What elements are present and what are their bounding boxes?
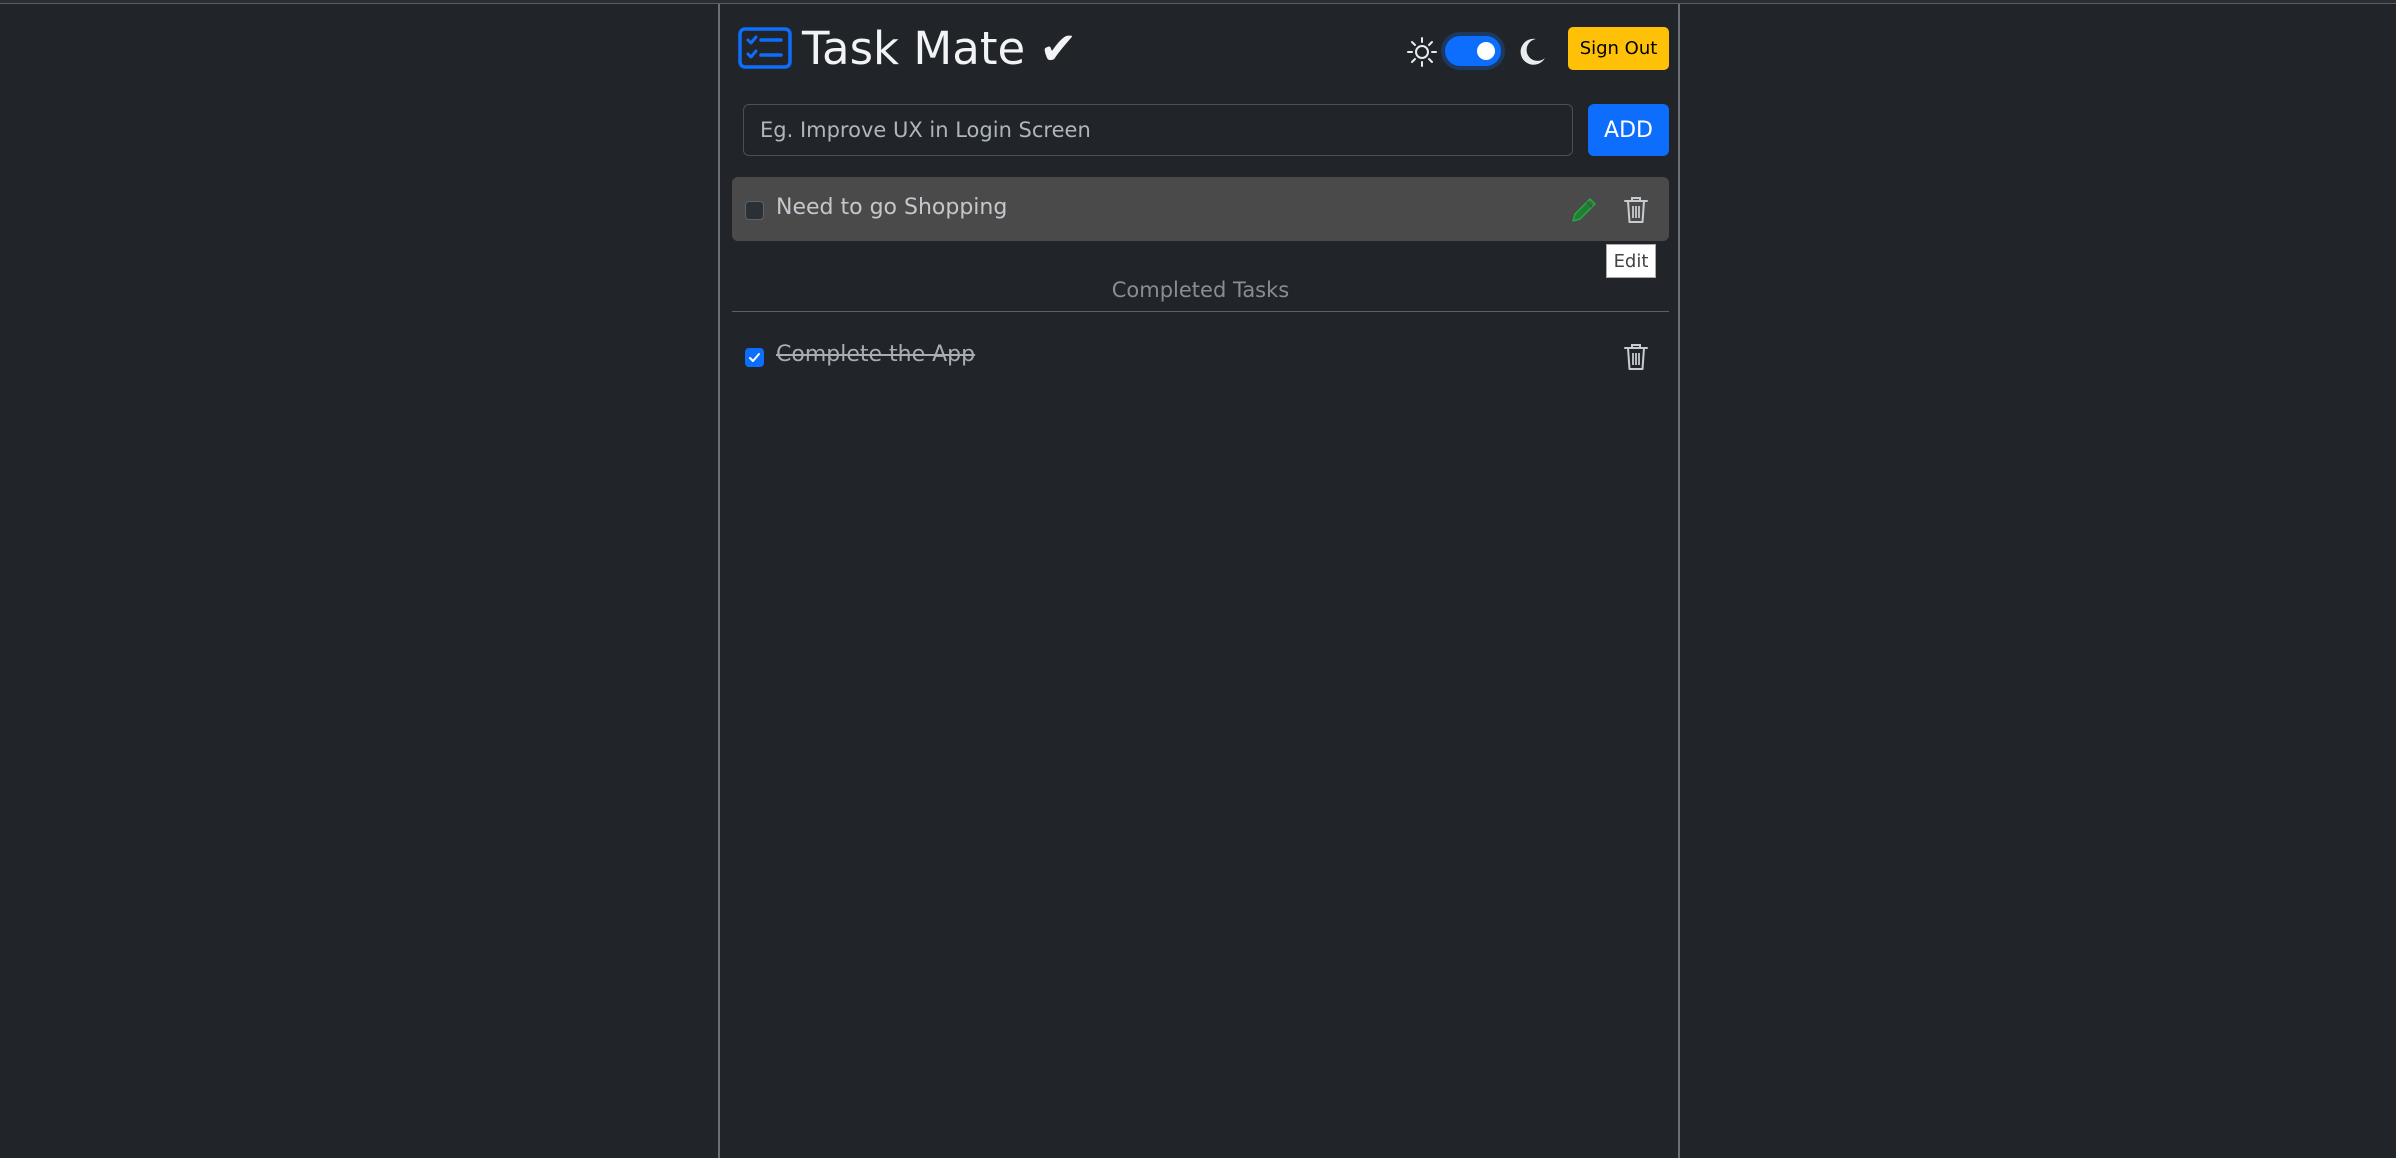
- task-checkbox[interactable]: [745, 201, 764, 220]
- completed-task-text: Complete the App: [776, 342, 976, 367]
- header: Task Mate ✔ Sign Out: [720, 4, 1678, 94]
- trash-icon[interactable]: [1622, 342, 1650, 372]
- moon-icon: [1516, 36, 1548, 68]
- completed-tasks-heading: Completed Tasks: [1111, 278, 1290, 302]
- task-item: Need to go Shopping: [732, 177, 1669, 241]
- completed-task-item: Complete the App: [732, 324, 1669, 388]
- app-title: Task Mate ✔: [802, 22, 1078, 75]
- new-task-input[interactable]: [743, 104, 1573, 156]
- checklist-icon: [738, 27, 792, 69]
- theme-toggle[interactable]: [1445, 36, 1501, 66]
- divider: [732, 311, 1669, 312]
- completed-task-checkbox[interactable]: [745, 348, 764, 367]
- sign-out-button[interactable]: Sign Out: [1568, 27, 1669, 70]
- pencil-icon[interactable]: [1568, 194, 1600, 226]
- add-task-button[interactable]: ADD: [1588, 104, 1669, 156]
- sun-icon: [1406, 36, 1438, 68]
- task-text: Need to go Shopping: [776, 195, 1008, 220]
- app-container: Task Mate ✔ Sign Out ADD Nee: [718, 4, 1680, 1158]
- trash-icon[interactable]: [1622, 195, 1650, 225]
- toggle-knob: [1477, 42, 1495, 60]
